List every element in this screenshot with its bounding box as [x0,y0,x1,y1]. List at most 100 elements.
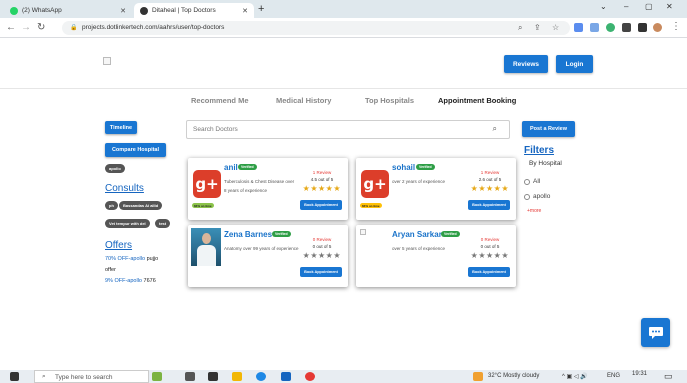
language-indicator[interactable]: ENG [607,373,620,379]
taskbar-search-placeholder: Type here to search [55,374,113,381]
doctor-card[interactable]: Aryan Sarkar Verified over 5 years of ex… [356,225,516,287]
offer-item[interactable]: 70% OFF-apollo pujjo [105,256,158,262]
compare-hospital-button[interactable]: Compare Hospital [105,143,166,157]
extension-icon[interactable] [606,23,615,32]
extension-icon[interactable] [590,23,599,32]
reviews-button[interactable]: Reviews [504,55,548,73]
clock-time[interactable]: 19:31 [632,371,647,377]
doctor-experience: 8 years of experience [224,188,268,193]
new-tab-icon[interactable]: + [258,3,264,16]
doctor-photo [360,229,366,235]
rating-text: 2.6 out of 5 [478,177,502,182]
filter-option-all[interactable]: All [524,178,540,185]
search-doctors-input[interactable] [187,121,477,138]
review-count[interactable]: 0 Review [472,237,508,242]
book-appointment-button[interactable]: Book Appointment [468,200,510,210]
notification-icon[interactable]: ▭ [664,371,673,382]
url-field[interactable]: 🔒 projects.dotlinkertech.com/aahrs/user/… [62,21,570,35]
close-tab-icon[interactable]: ✕ [242,7,248,15]
maximize-icon[interactable]: ▢ [645,2,653,11]
book-appointment-button[interactable]: Book Appointment [300,267,342,277]
book-appointment-button[interactable]: Book Appointment [468,267,510,277]
file-explorer-icon[interactable] [232,372,242,381]
forward-icon[interactable]: → [21,22,31,33]
nav-medical-history[interactable]: Medical History [276,96,331,105]
chrome-icon[interactable] [305,372,315,381]
login-button[interactable]: Login [556,55,593,73]
windows-start-icon[interactable] [10,372,19,381]
tab-title: (2) WhatsApp [22,7,62,14]
filter-option-apollo[interactable]: apollo [524,193,550,200]
filter-option-label: All [533,178,541,185]
rating-text: 0 out of 5 [480,244,500,249]
offer-item[interactable]: 9% OFF-apollo 7676 [105,278,156,284]
radio-icon[interactable] [524,178,530,185]
offer-item[interactable]: offer [105,267,116,273]
edge-icon[interactable] [256,372,266,381]
doctor-name[interactable]: sohail [392,163,415,172]
filters-title: Filters [524,145,555,156]
bookmark-star-icon[interactable]: ☆ [552,23,559,32]
consult-chip[interactable]: test [155,219,171,228]
hospital-chip[interactable]: apollo [105,164,125,173]
chat-button[interactable] [641,318,670,347]
doctor-specialty: Anatomy over 99 years of experience [224,246,299,251]
minimize-icon[interactable]: – [624,2,628,11]
review-count[interactable]: 0 Review [304,237,340,242]
review-count[interactable]: 1 Review [304,170,340,175]
close-tab-icon[interactable]: ✕ [120,7,126,15]
filters-subtitle: By Hospital [529,160,562,167]
tab-search-chevron-icon[interactable]: ⌄ [600,2,607,11]
back-icon[interactable]: ← [6,22,16,33]
reload-icon[interactable]: ↻ [37,22,45,33]
rating-text: 0 out of 5 [312,244,332,249]
system-tray-icons[interactable]: ^ ▣ ◁ 🔊 [562,373,588,380]
nav-top-hospitals[interactable]: Top Hospitals [365,96,414,105]
profile-avatar-icon[interactable] [653,23,662,32]
star-rating: ★★★★★ [302,251,341,260]
doctor-photo-head [202,233,211,244]
weather-text[interactable]: 32°C Mostly cloudy [488,373,539,379]
consult-chip[interactable]: Vet tempur with del [105,219,150,228]
doctor-card[interactable]: g+ anil Verified Tuberculosis & Chest Di… [188,158,348,220]
task-view-icon[interactable] [185,372,195,381]
star-rating: ★★★★★ [302,184,341,193]
extension-icon[interactable] [574,23,583,32]
doctor-card[interactable]: Zena Barnes Verified Anatomy over 99 yea… [188,225,348,287]
window-close-icon[interactable]: ✕ [666,2,673,11]
doctor-name[interactable]: Aryan Sarkar [392,230,442,239]
taskbar-search[interactable]: ⌕ Type here to search [34,370,149,383]
logo-image[interactable] [103,57,111,65]
consult-chip[interactable]: Bassandas Ai allid [119,201,163,210]
verified-badge: Verified [441,231,460,237]
nav-recommend-me[interactable]: Recommend Me [191,96,249,105]
post-review-button[interactable]: Post a Review [522,121,575,137]
radio-icon[interactable] [524,193,530,200]
doctor-card[interactable]: g+ sohail Verified over 2 years of exper… [356,158,516,220]
zoom-icon[interactable]: ⌕ [518,23,522,33]
app-icon[interactable] [281,372,291,381]
consult-chip[interactable]: ph [105,201,118,210]
timeline-button[interactable]: Timeline [105,121,137,134]
doctor-specialty: over 2 years of experience [392,179,446,184]
weather-icon [473,372,483,381]
tab-top-doctors[interactable]: Ditaheal | Top Doctors ✕ [134,3,254,18]
doctor-name[interactable]: anil [224,163,238,172]
chat-bubble-icon [648,326,663,339]
book-appointment-button[interactable]: Book Appointment [300,200,342,210]
review-count[interactable]: 1 Review [472,170,508,175]
verified-badge: Verified [416,164,435,170]
sidebar-icon[interactable] [638,23,647,32]
menu-dots-icon[interactable]: ⋮ [671,21,681,32]
whatsapp-icon [10,6,18,15]
nav-appointment-booking[interactable]: Appointment Booking [438,96,516,105]
star-rating: ★★★★★ [470,184,509,193]
share-icon[interactable]: ⇪ [534,23,541,32]
more-filters-link[interactable]: +more [527,208,541,214]
weather-widget-icon[interactable] [152,372,162,381]
puzzle-icon[interactable] [622,23,631,32]
doctor-name[interactable]: Zena Barnes [224,230,272,239]
search-icon[interactable]: ⌕ [493,124,497,134]
tab-whatsapp[interactable]: (2) WhatsApp ✕ [4,3,132,18]
app-icon[interactable] [208,372,218,381]
